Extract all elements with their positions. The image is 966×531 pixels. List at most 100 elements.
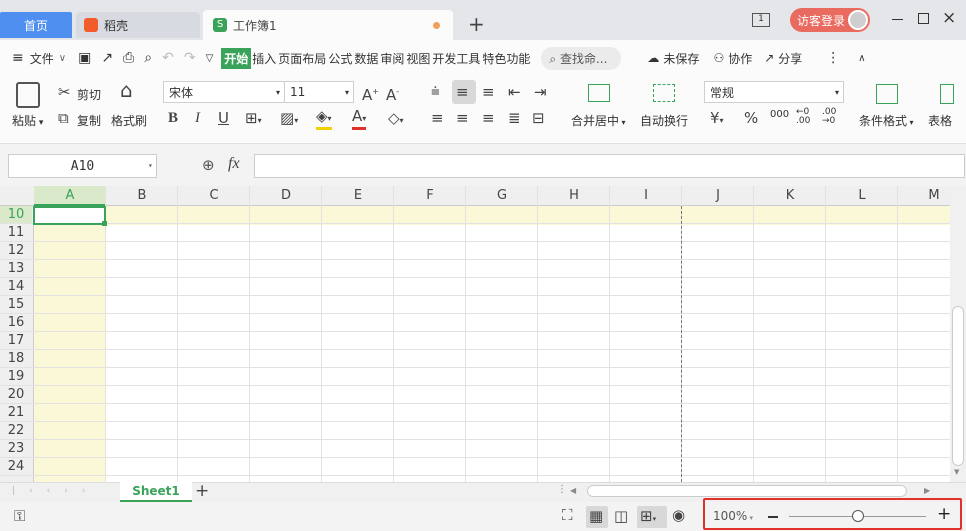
fill-style-icon[interactable]: ▨▾ [280, 110, 298, 129]
copy-button[interactable]: 复制 [77, 112, 101, 129]
menu-review[interactable]: 审阅 [379, 50, 405, 67]
sheet-nav-icon[interactable]: |‹‹›› [12, 486, 99, 496]
indent-increase-icon[interactable]: ⇥ [534, 84, 547, 100]
split-icon[interactable]: ⋮ [557, 484, 567, 495]
search-box[interactable]: ⌕ 查找命... [541, 46, 622, 70]
column-header-e[interactable]: E [322, 186, 394, 206]
quick-access-more-icon[interactable]: ▽ [206, 53, 214, 64]
row-header-19[interactable]: 19 [0, 368, 32, 386]
align-middle-icon[interactable]: ≡ [456, 84, 469, 100]
row-header-23[interactable]: 23 [0, 440, 32, 458]
unsaved-status[interactable]: 未保存 [663, 50, 699, 67]
share-button[interactable]: 分享 [778, 50, 802, 67]
new-tab-button[interactable]: + [468, 12, 485, 36]
export-icon[interactable]: ↗ [101, 50, 113, 66]
column-header-j[interactable]: J [682, 186, 754, 206]
font-size-select[interactable]: 11 ▾ [284, 81, 354, 103]
row-header-11[interactable]: 11 [0, 224, 32, 242]
chevron-down-icon[interactable]: ▾ [148, 161, 153, 170]
column-header-h[interactable]: H [538, 186, 610, 206]
conditional-format-icon[interactable] [876, 84, 898, 104]
menu-start[interactable]: 开始 [221, 47, 252, 69]
column-header-a[interactable]: A [34, 186, 106, 206]
cut-button[interactable]: 剪切 [77, 86, 101, 103]
align-top-icon[interactable]: ⩧ [431, 83, 440, 99]
font-color-icon[interactable]: A▾ [352, 108, 367, 130]
scroll-left-icon[interactable]: ◀ [570, 486, 576, 495]
bold-icon[interactable]: B [168, 110, 178, 126]
menu-view[interactable]: 视图 [405, 50, 431, 67]
spreadsheet-grid[interactable]: A B C D E F G H I J K L M 10 11 12 13 14 15 16 17 18 19 20 21 22 2… [0, 186, 950, 482]
row-header-18[interactable]: 18 [0, 350, 32, 368]
file-menu[interactable]: 文件 [30, 50, 54, 67]
wrap-text-button[interactable]: 自动换行 [640, 112, 688, 129]
format-painter-button[interactable]: 格式刷 [111, 112, 147, 129]
indent-decrease-icon[interactable]: ⇤ [508, 84, 521, 100]
column-header-i[interactable]: I [610, 186, 682, 206]
column-header-m[interactable]: M [898, 186, 950, 206]
zoom-formula-icon[interactable]: ⊕ [202, 156, 215, 174]
chevron-down-icon[interactable]: ∨ [59, 53, 66, 64]
distributed-icon[interactable]: ⊟ [532, 110, 545, 126]
conditional-format-button[interactable]: 条件格式 ▾ [859, 112, 914, 129]
macro-icon[interactable]: ⚿ [14, 507, 25, 525]
page-layout-icon[interactable]: ◫ [614, 507, 628, 525]
row-header-12[interactable]: 12 [0, 242, 32, 260]
collapse-ribbon-icon[interactable]: ∧ [858, 53, 865, 64]
redo-icon[interactable]: ↷ [184, 50, 196, 66]
zoom-slider-thumb[interactable] [851, 510, 864, 522]
cut-icon[interactable]: ✂ [58, 84, 71, 100]
wrap-icon[interactable] [653, 84, 675, 102]
hamburger-icon[interactable]: ≡ [12, 50, 24, 66]
align-left-icon[interactable]: ≡ [431, 110, 444, 126]
column-header-l[interactable]: L [826, 186, 898, 206]
menu-developer[interactable]: 开发工具 [431, 50, 481, 67]
fx-button[interactable]: fx [228, 155, 240, 173]
align-right-icon[interactable]: ≡ [482, 110, 495, 126]
justify-icon[interactable]: ≣ [508, 110, 521, 126]
row-header-16[interactable]: 16 [0, 314, 32, 332]
more-icon[interactable]: ⋮ [826, 50, 840, 66]
preview-icon[interactable]: ⌕ [144, 50, 152, 66]
menu-formula[interactable]: 公式 [327, 50, 353, 67]
row-header-13[interactable]: 13 [0, 260, 32, 278]
row-header-20[interactable]: 20 [0, 386, 32, 404]
column-header-g[interactable]: G [466, 186, 538, 206]
increase-font-icon[interactable]: A+ [362, 84, 379, 103]
merge-center-button[interactable]: 合并居中 ▾ [571, 112, 626, 129]
tab-home[interactable]: 首页 [0, 12, 72, 38]
row-header-24[interactable]: 24 [0, 458, 32, 476]
currency-icon[interactable]: ¥▾ [710, 110, 724, 129]
table-style-icon[interactable] [940, 84, 954, 104]
name-box[interactable]: A10 ▾ [8, 154, 157, 178]
copy-icon[interactable]: ⧉ [58, 110, 69, 126]
horizontal-scroll-thumb[interactable] [587, 485, 907, 497]
zoom-level[interactable]: 100% ▾ [713, 509, 753, 523]
window-mode-icon[interactable]: 1 [752, 13, 770, 27]
maximize-icon[interactable] [918, 13, 929, 24]
vertical-scrollbar[interactable]: ▼ [950, 186, 966, 482]
decrease-font-icon[interactable]: A- [386, 84, 399, 103]
remove-decimal-icon[interactable]: .00 →0 [822, 108, 836, 126]
undo-icon[interactable]: ↶ [162, 50, 174, 66]
row-header-22[interactable]: 22 [0, 422, 32, 440]
row-header-21[interactable]: 21 [0, 404, 32, 422]
font-family-select[interactable]: 宋体 ▾ [163, 81, 285, 103]
merge-icon[interactable] [588, 84, 610, 102]
paste-icon[interactable] [16, 82, 40, 108]
fill-color-icon[interactable]: ◈▾ [316, 108, 332, 130]
menu-page-layout[interactable]: 页面布局 [277, 50, 327, 67]
zoom-out-icon[interactable] [768, 516, 778, 518]
align-center-icon[interactable]: ≡ [456, 110, 469, 126]
column-header-f[interactable]: F [394, 186, 466, 206]
italic-icon[interactable]: I [195, 110, 200, 126]
fullscreen-icon[interactable]: ⛶ [562, 506, 573, 524]
zoom-in-icon[interactable]: + [937, 504, 951, 524]
fill-handle[interactable] [102, 221, 107, 226]
add-decimal-icon[interactable]: ←0.00 [796, 108, 810, 126]
menu-features[interactable]: 特色功能 [481, 50, 531, 67]
table-style-button[interactable]: 表格 [928, 112, 952, 129]
scroll-down-icon[interactable]: ▼ [954, 468, 959, 476]
menu-insert[interactable]: 插入 [251, 50, 277, 67]
close-icon[interactable]: × [942, 8, 956, 28]
